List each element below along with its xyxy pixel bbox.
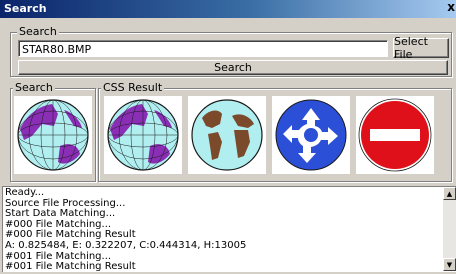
- scroll-down-icon[interactable]: ▼: [443, 258, 456, 271]
- select-file-button[interactable]: Select File: [393, 35, 449, 61]
- log-scrollbar[interactable]: ▲ ▼: [443, 187, 456, 271]
- query-group-label: Search: [13, 81, 55, 94]
- query-image: [14, 96, 92, 174]
- roundabout-sign-icon: [275, 99, 347, 171]
- result-image-2: [188, 96, 266, 174]
- log-line: #001 File Matching Result: [5, 261, 136, 272]
- globe-pacific-icon: [17, 99, 89, 171]
- result-image-4: [356, 96, 434, 174]
- search-group-label: Search: [17, 25, 59, 38]
- scroll-up-icon[interactable]: ▲: [443, 187, 456, 200]
- window-title: Search: [4, 2, 47, 15]
- no-entry-sign-icon: [358, 98, 432, 172]
- close-icon[interactable]: x: [447, 0, 455, 14]
- title-bar: Search x: [0, 0, 456, 18]
- globe-atlantic-icon: [191, 99, 263, 171]
- result-image-3: [272, 96, 350, 174]
- globe-pacific-icon: [107, 99, 179, 171]
- log-line: Ready...: [5, 188, 45, 198]
- log-line: A: 0.825484, E: 0.322207, C:0.444314, H:…: [5, 239, 247, 251]
- file-path-field[interactable]: STAR80.BMP: [18, 40, 388, 57]
- status-log[interactable]: Ready... Source File Processing... Start…: [2, 186, 456, 272]
- result-image-1: [104, 96, 182, 174]
- css-result-group-label: CSS Result: [101, 81, 165, 94]
- log-lines: Ready... Source File Processing... Start…: [5, 188, 442, 272]
- search-button[interactable]: Search: [18, 60, 448, 75]
